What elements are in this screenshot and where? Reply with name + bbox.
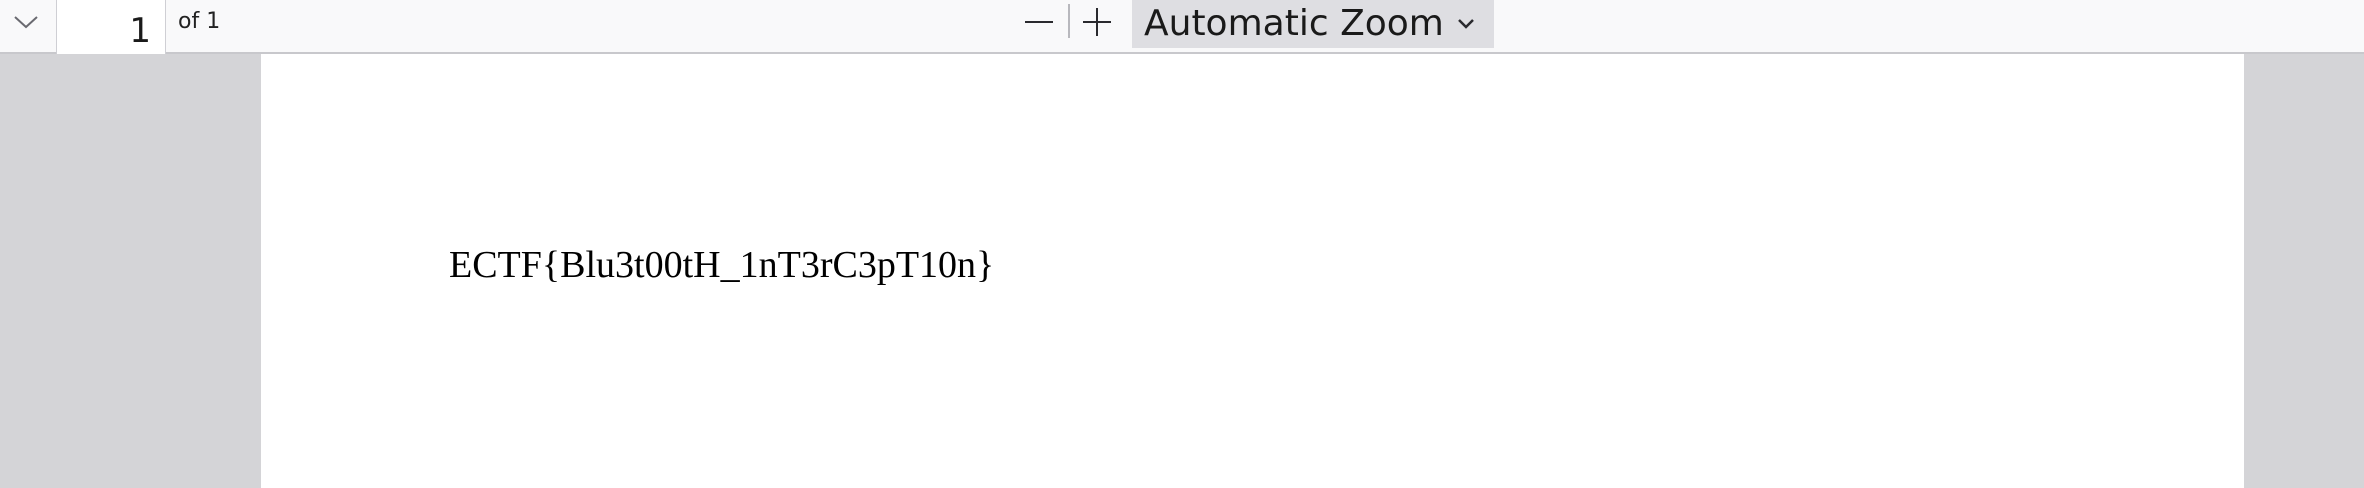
page-text-flag: ECTF{Blu3t00tH_1nT3rC3pT10n}: [449, 244, 995, 286]
next-page-button[interactable]: [0, 0, 52, 44]
zoom-chevron: [1450, 8, 1482, 40]
pdf-page: ECTF{Blu3t00tH_1nT3rC3pT10n}: [261, 54, 2244, 488]
zoom-select[interactable]: Automatic Zoom: [1132, 0, 1494, 48]
zoom-in-button[interactable]: [1070, 0, 1124, 44]
zoom-out-button[interactable]: [1012, 0, 1066, 44]
minus-icon: [1025, 21, 1053, 23]
pdf-viewer: of 1 Automatic Zoom ECTF{Blu3t00tH_1nT: [0, 0, 2364, 488]
plus-icon: [1083, 8, 1111, 36]
chevron-down-icon: [1458, 19, 1474, 29]
viewer-container[interactable]: ECTF{Blu3t00tH_1nT3rC3pT10n}: [0, 54, 2364, 488]
zoom-select-value: Automatic Zoom: [1144, 3, 1444, 44]
toolbar: of 1 Automatic Zoom: [0, 0, 2364, 58]
chevron-down-icon: [14, 16, 38, 29]
page-count-label: of 1: [178, 9, 221, 34]
page-number-input[interactable]: [56, 0, 166, 58]
